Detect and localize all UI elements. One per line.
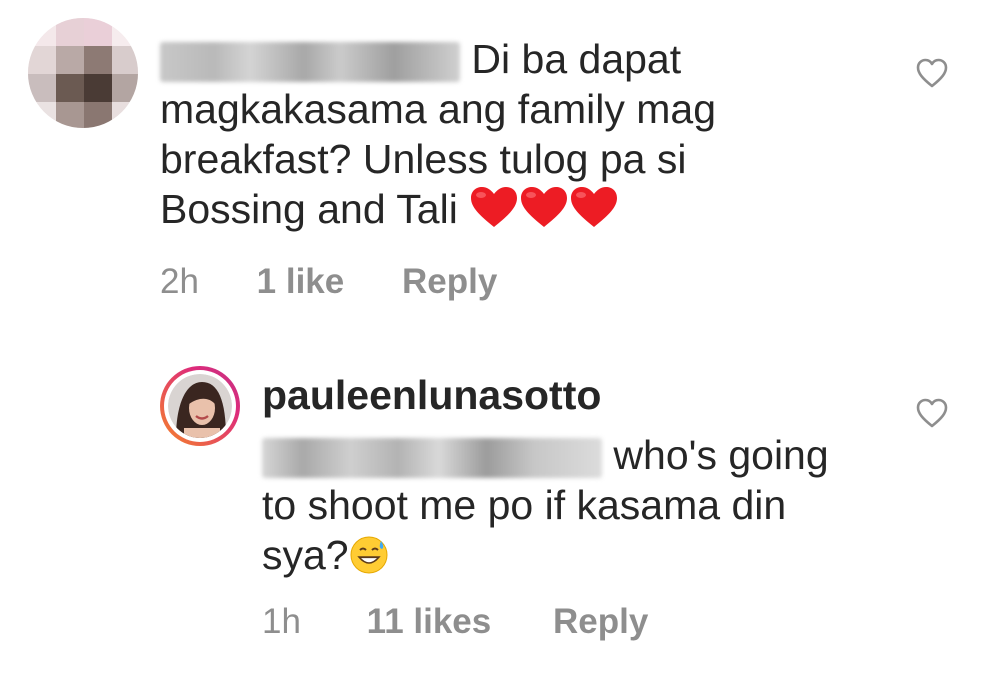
redacted-mention bbox=[262, 438, 602, 479]
heart-outline-icon bbox=[916, 398, 948, 428]
pixelated-avatar-image bbox=[28, 18, 138, 128]
reply-body: pauleenlunasotto who's going to shoot me… bbox=[262, 370, 882, 586]
comment-1: Di ba dapat magkakasama ang family mag b… bbox=[0, 0, 1000, 320]
redacted-mention bbox=[160, 42, 460, 83]
comment-text-line: who's going bbox=[613, 432, 829, 478]
red-heart-emoji-group bbox=[469, 185, 619, 240]
commenter-avatar-blurred[interactable] bbox=[28, 18, 138, 128]
heart-outline-icon bbox=[916, 58, 948, 88]
comment-text-line: breakfast? Unless tulog pa si bbox=[160, 136, 687, 182]
reply-line-3: sya? bbox=[262, 530, 882, 586]
comment-like-count[interactable]: 11 likes bbox=[367, 602, 492, 642]
comment-body: Di ba dapat magkakasama ang family mag b… bbox=[160, 34, 880, 240]
comment-text-line: Di ba dapat bbox=[471, 36, 682, 82]
reply-button[interactable]: Reply bbox=[553, 602, 648, 642]
comment-line-4: Bossing and Tali bbox=[160, 184, 880, 240]
avatar[interactable] bbox=[160, 366, 240, 446]
comment-meta: 2h 1 like Reply bbox=[160, 262, 497, 302]
comment-text-line: to shoot me po if kasama din bbox=[262, 482, 787, 528]
reply-line-1: who's going bbox=[262, 430, 882, 480]
grinning-sweat-emoji bbox=[349, 535, 389, 586]
reply-button[interactable]: Reply bbox=[402, 262, 497, 302]
comment-text-line: sya? bbox=[262, 532, 349, 578]
comment-2-reply: pauleenlunasotto who's going to shoot me… bbox=[0, 350, 1000, 684]
grinning-face-with-sweat-icon bbox=[350, 536, 388, 574]
comment-timestamp: 2h bbox=[160, 262, 199, 301]
profile-photo bbox=[168, 374, 232, 438]
avatar-inner-ring bbox=[164, 370, 236, 442]
reply-meta: 1h 11 likes Reply bbox=[262, 602, 648, 642]
like-reply-button[interactable] bbox=[916, 398, 948, 428]
comment-line-1: Di ba dapat bbox=[160, 34, 880, 84]
comment-like-count[interactable]: 1 like bbox=[257, 262, 345, 302]
username[interactable]: pauleenlunasotto bbox=[262, 370, 882, 420]
like-comment-button[interactable] bbox=[916, 58, 948, 88]
three-red-hearts-icon bbox=[471, 187, 618, 227]
comment-text-line: magkakasama ang family mag bbox=[160, 86, 717, 132]
comment-text-line: Bossing and Tali bbox=[160, 186, 458, 232]
comment-timestamp: 1h bbox=[262, 602, 301, 641]
